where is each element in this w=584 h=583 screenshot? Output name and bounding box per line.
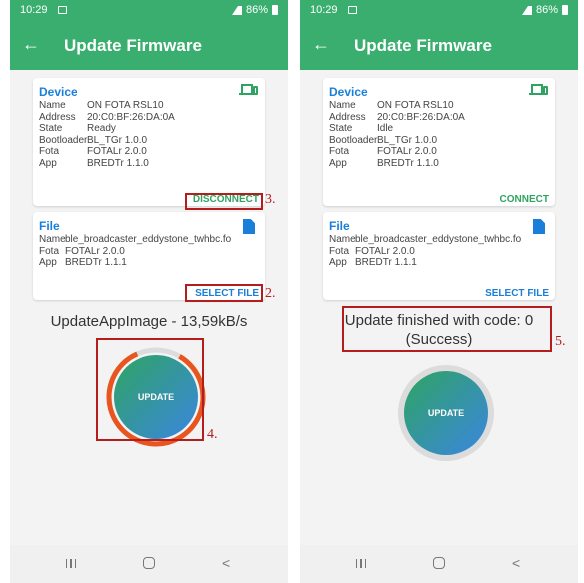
recents-icon[interactable]	[66, 559, 76, 568]
signal-icon	[231, 5, 242, 15]
device-row-name: Name ON FOTA RSL10	[39, 100, 164, 111]
back-icon[interactable]: <	[222, 555, 230, 571]
file-row-fota: Fota FOTALr 2.0.0	[329, 245, 415, 257]
annotation-box-disconnect	[185, 193, 263, 210]
home-icon[interactable]	[143, 557, 155, 569]
status-time: 10:29	[310, 4, 338, 16]
device-row-state: State Idle	[329, 123, 394, 134]
device-card-title: Device	[329, 85, 368, 99]
file-row-name: Name ble_broadcaster_eddystone_twhbc.fo	[39, 234, 232, 245]
home-icon[interactable]	[433, 557, 445, 569]
file-info: Name ble_broadcaster_eddystone_twhbc.fo F…	[39, 234, 231, 269]
devices-icon	[529, 84, 548, 95]
file-card: File Name ble_broadcaster_eddystone_twhbc…	[323, 212, 555, 300]
file-card-title: File	[39, 219, 60, 233]
page-title: Update Firmware	[354, 36, 492, 55]
battery-percent: 86%	[535, 4, 558, 16]
image-notification-icon	[58, 6, 67, 14]
status-time: 10:29	[20, 4, 48, 16]
device-row-state: State Ready	[39, 123, 116, 134]
app-bar: ← Update Firmware	[300, 22, 578, 70]
device-row-address: Address 20:C0:BF:26:DA:0A	[329, 111, 465, 123]
app-bar: ← Update Firmware	[10, 22, 288, 70]
signal-icon	[521, 5, 532, 15]
device-card-title: Device	[39, 85, 78, 99]
device-card: Device Name ON FOTA RSL10 Address 20:C0:BF…	[33, 78, 265, 206]
back-arrow-icon[interactable]: ←	[312, 34, 330, 55]
back-arrow-icon[interactable]: ←	[22, 34, 40, 55]
annotation-step-2: 2.	[265, 286, 276, 301]
file-icon	[243, 219, 255, 234]
nav-bar: <	[300, 545, 578, 583]
file-row-name: Name ble_broadcaster_eddystone_twhbc.fo	[329, 234, 522, 245]
file-icon	[533, 219, 545, 234]
annotation-box-result	[342, 306, 552, 352]
device-row-app: App BREDTr 1.1.0	[39, 157, 149, 169]
file-info: Name ble_broadcaster_eddystone_twhbc.fo F…	[329, 234, 521, 269]
file-card-title: File	[329, 219, 350, 233]
device-row-bootloader: Bootloader BL_TGr 1.0.0	[39, 134, 148, 146]
device-row-name: Name ON FOTA RSL10	[329, 100, 454, 111]
device-row-fota: Fota FOTALr 2.0.0	[39, 146, 147, 157]
right-phone-screen: 10:29 86% ← Update Firmware Device Name O…	[300, 0, 578, 583]
select-file-button[interactable]: SELECT FILE	[485, 288, 549, 299]
file-row-app: App BREDTr 1.1.1	[329, 257, 417, 268]
image-notification-icon	[348, 6, 357, 14]
back-icon[interactable]: <	[512, 555, 520, 571]
battery-percent: 86%	[245, 4, 268, 16]
annotation-step-4: 4.	[207, 427, 218, 442]
device-row-app: App BREDTr 1.1.0	[329, 157, 439, 169]
battery-icon	[562, 5, 568, 15]
status-bar: 10:29 86%	[10, 0, 288, 22]
file-row-app: App BREDTr 1.1.1	[39, 257, 127, 268]
device-info: Name ON FOTA RSL10 Address 20:C0:BF:26:DA:…	[39, 100, 175, 169]
device-row-address: Address 20:C0:BF:26:DA:0A	[39, 111, 175, 123]
device-info: Name ON FOTA RSL10 Address 20:C0:BF:26:DA:…	[329, 100, 465, 169]
connect-button[interactable]: CONNECT	[500, 194, 549, 205]
devices-icon	[239, 84, 258, 95]
annotation-step-3: 3.	[265, 192, 276, 207]
status-bar: 10:29 86%	[300, 0, 578, 22]
update-button[interactable]: UPDATE	[404, 371, 488, 455]
recents-icon[interactable]	[356, 559, 366, 568]
device-row-bootloader: Bootloader BL_TGr 1.0.0	[329, 134, 438, 146]
page-title: Update Firmware	[64, 36, 202, 55]
nav-bar: <	[10, 545, 288, 583]
annotation-box-select-file	[185, 284, 263, 302]
device-row-fota: Fota FOTALr 2.0.0	[329, 146, 437, 157]
progress-text: UpdateAppImage - 13,59kB/s	[50, 313, 248, 330]
file-row-fota: Fota FOTALr 2.0.0	[39, 245, 125, 257]
annotation-step-5: 5.	[555, 334, 566, 349]
annotation-box-update	[96, 338, 204, 441]
device-card: Device Name ON FOTA RSL10 Address 20:C0:BF…	[323, 78, 555, 206]
battery-icon	[272, 5, 278, 15]
